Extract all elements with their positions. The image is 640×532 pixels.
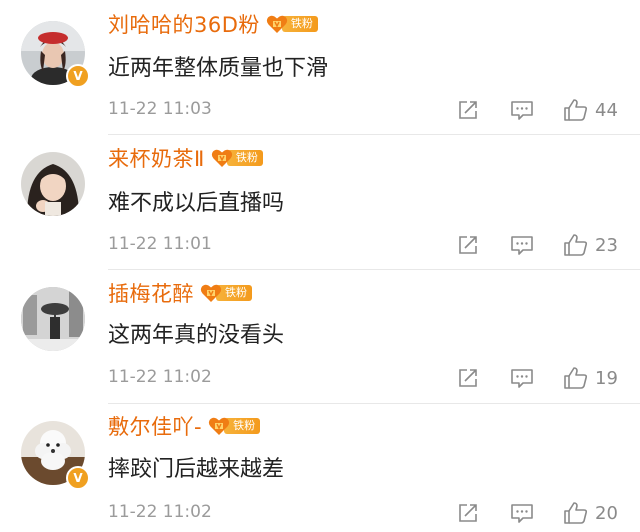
fan-badge: 铁粉 (266, 14, 318, 34)
share-icon (459, 101, 477, 119)
reply-button[interactable] (510, 230, 534, 260)
like-count: 23 (595, 234, 618, 256)
thumbs-up-icon (564, 234, 588, 256)
reply-button[interactable] (510, 95, 534, 125)
comment-meta: 11-22 11:01 23 (108, 230, 640, 260)
fan-badge: 铁粉 (208, 416, 261, 436)
username-row: 来杯奶茶Ⅱ 铁粉 (108, 142, 263, 174)
comment-text: 摔跤门后越来越差 (108, 457, 285, 482)
share-button[interactable] (457, 363, 479, 393)
comment-list: V 刘哈哈的36D粉 铁粉 近两年整体质量也下滑 11-22 11:03 44 … (0, 0, 640, 532)
verified-badge: V (66, 64, 90, 88)
timestamp: 11-22 11:01 (108, 234, 212, 254)
fan-badge: 铁粉 (200, 283, 252, 303)
comment-text: 近两年整体质量也下滑 (108, 56, 329, 81)
comment-icon (511, 236, 533, 255)
username[interactable]: 插梅花醉 (108, 278, 194, 308)
username-row: 刘哈哈的36D粉 铁粉 (108, 8, 318, 40)
comment-item: 来杯奶茶Ⅱ 铁粉 难不成以后直播吗 11-22 11:01 23 (0, 135, 640, 270)
fan-badge: 铁粉 (211, 148, 263, 168)
like-button[interactable]: 44 (563, 95, 618, 125)
comment-text: 难不成以后直播吗 (108, 191, 285, 216)
thumbs-up-icon (564, 502, 588, 524)
comment-icon (511, 101, 533, 120)
thumbs-up-icon (564, 367, 588, 389)
thumbs-up-icon (564, 99, 588, 121)
comment-item: V 敷尔佳吖- 铁粉 摔跤门后越来越差 11-22 11:02 20 (0, 404, 640, 532)
username[interactable]: 敷尔佳吖- (108, 411, 202, 441)
username[interactable]: 来杯奶茶Ⅱ (108, 143, 205, 173)
like-count: 20 (595, 502, 618, 524)
like-button[interactable]: 23 (563, 230, 618, 260)
username[interactable]: 刘哈哈的36D粉 (108, 9, 260, 39)
fan-heart-icon (266, 15, 288, 33)
comment-icon (511, 504, 533, 523)
verified-badge: V (66, 466, 90, 490)
comment-icon (511, 369, 533, 388)
share-icon (459, 369, 477, 387)
fan-heart-icon (211, 149, 232, 167)
fan-heart-icon (208, 417, 230, 435)
like-count: 19 (595, 367, 618, 389)
username-row: 插梅花醉 铁粉 (108, 277, 252, 309)
comment-meta: 11-22 11:02 19 (108, 363, 640, 393)
like-button[interactable]: 20 (563, 498, 618, 528)
username-row: 敷尔佳吖- 铁粉 (108, 410, 261, 442)
reply-button[interactable] (510, 363, 534, 393)
like-button[interactable]: 19 (563, 363, 618, 393)
avatar[interactable] (21, 287, 85, 351)
timestamp: 11-22 11:03 (108, 99, 212, 119)
comment-item: 插梅花醉 铁粉 这两年真的没看头 11-22 11:02 19 (0, 270, 640, 404)
share-icon (459, 236, 477, 254)
comment-meta: 11-22 11:02 20 (108, 498, 640, 528)
share-button[interactable] (457, 498, 479, 528)
comment-text: 这两年真的没看头 (108, 323, 285, 348)
share-button[interactable] (457, 230, 479, 260)
share-button[interactable] (457, 95, 479, 125)
share-icon (459, 504, 477, 522)
reply-button[interactable] (510, 498, 534, 528)
fan-heart-icon (200, 284, 222, 302)
like-count: 44 (595, 99, 618, 121)
comment-item: V 刘哈哈的36D粉 铁粉 近两年整体质量也下滑 11-22 11:03 44 (0, 0, 640, 135)
timestamp: 11-22 11:02 (108, 502, 212, 522)
timestamp: 11-22 11:02 (108, 367, 212, 387)
comment-meta: 11-22 11:03 44 (108, 95, 640, 125)
avatar[interactable] (21, 152, 85, 216)
